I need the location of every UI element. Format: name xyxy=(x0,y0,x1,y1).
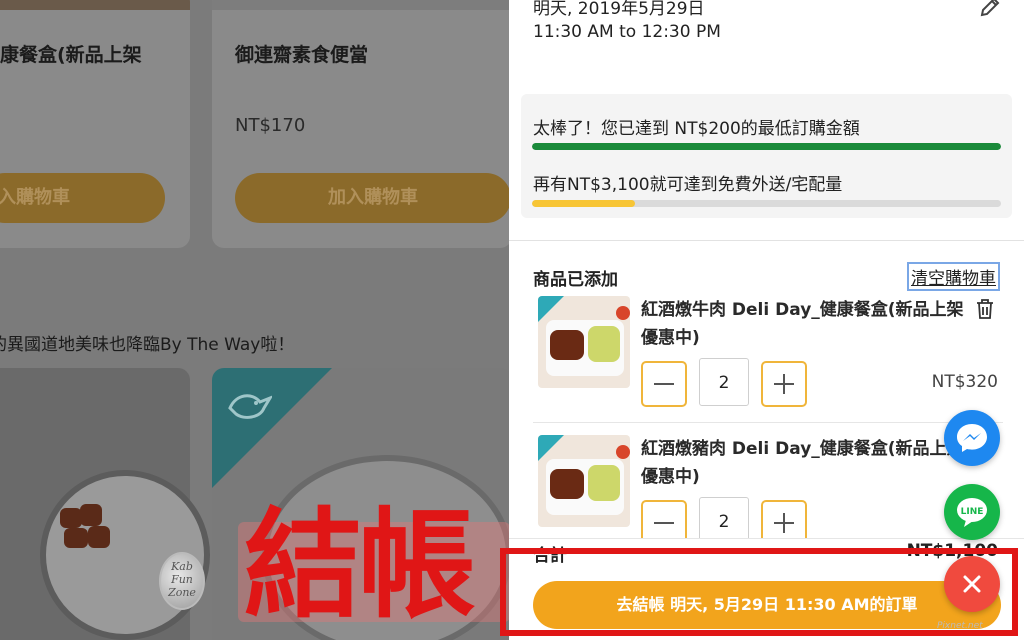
section-heading: 的異國道地美味也降臨By The Way啦！ xyxy=(0,335,295,355)
minimum-order-message: 太棒了！您已達到 NT$200的最低訂購金額 xyxy=(533,119,860,139)
food-item xyxy=(88,526,110,548)
trash-icon[interactable] xyxy=(975,298,995,320)
product-card: 康餐盒(新品上架 加入購物車 xyxy=(0,0,190,248)
logo-text: Fun xyxy=(171,573,193,586)
product-title: 康餐盒(新品上架 xyxy=(0,44,142,66)
watermark-logo: Kab Fun Zone xyxy=(159,552,205,610)
product-card: 御連齋素食便當 NT$170 加入購物車 xyxy=(212,0,509,248)
clear-cart-button[interactable]: 清空購物車 xyxy=(907,262,1000,291)
free-delivery-message: 再有NT$3,100就可達到免費外送/宅配量 xyxy=(533,175,843,195)
logo-text: Zone xyxy=(168,586,196,599)
delivery-date: 明天, 2019年5月29日 xyxy=(533,0,705,19)
bird-logo-icon xyxy=(228,394,272,419)
line-button[interactable]: LINE xyxy=(944,484,1000,540)
increase-quantity-button[interactable] xyxy=(761,361,807,407)
progress-fill xyxy=(532,143,1001,150)
order-progress-box: 太棒了！您已達到 NT$200的最低訂購金額 再有NT$3,100就可達到免費外… xyxy=(521,94,1012,218)
product-listing-background: 康餐盒(新品上架 加入購物車 御連齋素食便當 NT$170 加入購物車 的異國道… xyxy=(0,0,509,640)
item-name: 紅酒燉牛肉 Deli Day_健康餐盒(新品上架 優惠中) xyxy=(641,300,964,348)
checkout-highlight-annotation xyxy=(500,548,1018,636)
line-label: LINE xyxy=(961,507,984,517)
messenger-icon xyxy=(957,424,987,452)
vegetable-portion xyxy=(588,326,620,362)
item-thumbnail xyxy=(538,296,630,388)
delivery-time: 11:30 AM to 12:30 PM xyxy=(533,22,721,42)
divider xyxy=(509,240,1024,241)
checkout-annotation: 結帳 xyxy=(244,496,476,634)
item-thumbnail xyxy=(538,435,630,527)
minimum-order-progress-bar xyxy=(532,143,1001,150)
product-image xyxy=(212,0,509,10)
added-items-title: 商品已添加 xyxy=(533,270,618,290)
add-to-cart-button[interactable]: 加入購物車 xyxy=(235,173,509,223)
brand-tag xyxy=(538,296,564,322)
tomato xyxy=(616,445,630,459)
logo-text: Kab xyxy=(171,560,193,573)
free-delivery-progress-bar xyxy=(532,200,1001,207)
product-title: 御連齋素食便當 xyxy=(235,44,369,66)
food-item xyxy=(64,528,88,548)
tomato xyxy=(616,306,630,320)
quantity-input[interactable]: 2 xyxy=(699,358,749,406)
food-item xyxy=(60,508,82,528)
item-divider xyxy=(533,422,1003,423)
line-icon: LINE xyxy=(957,498,987,527)
add-to-cart-label: 加入購物車 xyxy=(0,187,70,208)
progress-fill xyxy=(532,200,636,207)
item-name: 紅酒燉豬肉 Deli Day_健康餐盒(新品上架 優惠中) xyxy=(641,439,964,487)
item-price: NT$320 xyxy=(931,372,998,392)
meat-portion xyxy=(550,469,584,499)
edit-icon[interactable] xyxy=(979,0,1001,18)
decrease-quantity-button[interactable] xyxy=(641,361,687,407)
add-to-cart-button[interactable]: 加入購物車 xyxy=(0,173,165,223)
food-item xyxy=(80,504,102,526)
messenger-button[interactable] xyxy=(944,410,1000,466)
vegetable-portion xyxy=(588,465,620,501)
cart-panel: 明天, 2019年5月29日 11:30 AM to 12:30 PM 太棒了！… xyxy=(509,0,1024,640)
product-image xyxy=(0,0,190,10)
cart-item: 紅酒燉牛肉 Deli Day_健康餐盒(新品上架 優惠中) 2 NT$320 xyxy=(533,294,1013,424)
meat-portion xyxy=(550,330,584,360)
brand-tag xyxy=(538,435,564,461)
product-price: NT$170 xyxy=(235,115,306,136)
